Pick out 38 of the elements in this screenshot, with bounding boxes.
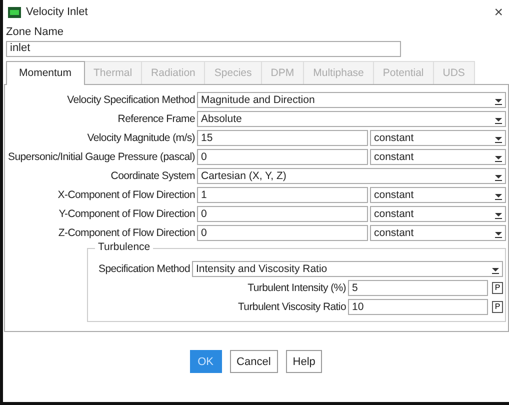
field-label: Turbulent Intensity (%)	[246, 282, 347, 294]
dropdown[interactable]: constant	[370, 206, 506, 222]
dropdown[interactable]: constant	[370, 130, 506, 146]
input-field[interactable]: 10	[348, 299, 488, 315]
dropdown[interactable]: constant	[370, 149, 506, 165]
input-field[interactable]: 0	[197, 225, 368, 241]
field-label: X-Component of Flow Direction	[56, 189, 196, 201]
parameter-button[interactable]: P	[492, 282, 503, 294]
field-label: Coordinate System	[110, 170, 196, 182]
input-field[interactable]: 0	[197, 149, 368, 165]
field-label: Specification Method	[98, 263, 191, 275]
dialog-button[interactable]: Help	[286, 350, 322, 373]
dropdown[interactable]: constant	[370, 225, 506, 241]
app-icon	[8, 6, 21, 18]
dropdown[interactable]: Cartesian (X, Y, Z)	[197, 168, 506, 184]
input-field[interactable]: 1	[197, 187, 368, 203]
tab[interactable]: Momentum	[6, 61, 85, 85]
dropdown[interactable]: Intensity and Viscosity Ratio	[192, 261, 503, 277]
input-field[interactable]: inlet	[6, 41, 401, 57]
field-label: Y-Component of Flow Direction	[58, 208, 196, 220]
input-field[interactable]: 0	[197, 206, 368, 222]
group-title: Turbulence	[95, 241, 154, 253]
field-label: Z-Component of Flow Direction	[57, 227, 196, 239]
field-label: Reference Frame	[116, 113, 196, 125]
field-label: Supersonic/Initial Gauge Pressure (pascal)	[7, 151, 196, 163]
dropdown[interactable]: Absolute	[197, 111, 506, 127]
dropdown[interactable]: constant	[370, 187, 506, 203]
input-field[interactable]: 15	[197, 130, 368, 146]
dropdown[interactable]: Magnitude and Direction	[197, 92, 506, 108]
field-label: Velocity Magnitude (m/s)	[86, 132, 196, 144]
dialog-button[interactable]: Cancel	[230, 350, 278, 373]
close-button[interactable]: ×	[494, 4, 503, 20]
window-title: Velocity Inlet	[26, 6, 89, 18]
field-label: Turbulent Viscosity Ratio	[236, 301, 347, 313]
input-field[interactable]: 5	[348, 280, 488, 296]
parameter-button[interactable]: P	[492, 301, 503, 313]
field-label: Velocity Specification Method	[66, 94, 196, 106]
field-label: Zone Name	[5, 25, 64, 40]
